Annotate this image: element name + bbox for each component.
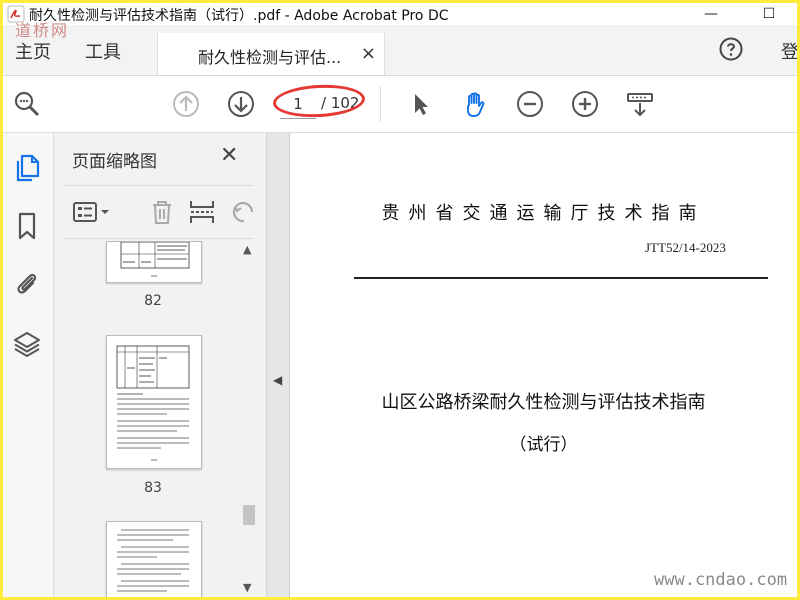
thumbnail-page-84[interactable] [106,521,202,597]
maximize-button[interactable]: ☐ [749,3,789,25]
tab-home[interactable]: 主页 [15,38,51,64]
close-panel-button[interactable]: ✕ [220,143,238,168]
zoom-out-icon[interactable] [516,90,544,118]
bookmarks-icon[interactable] [12,211,42,241]
document-heading: 贵州省交通运输厅技术指南 [381,203,706,224]
window-title: 耐久性检测与评估技术指南（试行）.pdf - Adobe Acrobat Pro… [29,8,449,24]
select-cursor-icon[interactable] [407,90,435,118]
rotate-page-icon[interactable] [230,198,258,226]
scroll-up-icon[interactable]: ▲ [243,243,251,256]
layers-icon[interactable] [12,329,42,359]
sign-in-link[interactable]: 登 [781,38,797,64]
thumbnail-list: 82 83 [54,241,266,597]
options-menu-icon[interactable] [72,198,112,226]
minimize-button[interactable]: — [691,3,731,25]
close-tab-button[interactable]: × [361,43,376,64]
delete-page-icon[interactable] [148,198,176,226]
search-icon[interactable] [13,90,41,118]
tab-bar: 主页 工具 耐久性检测与评估... × 登 [3,25,797,76]
panel-collapse-strip[interactable]: ◀ [267,133,290,597]
zoom-in-icon[interactable] [571,90,599,118]
next-page-icon[interactable] [227,90,255,118]
red-annotation-ellipse [272,82,366,120]
thumbnail-scrollbar[interactable]: ▲ ▼ [240,241,258,597]
document-tab-label: 耐久性检测与评估... [198,48,342,67]
tab-document[interactable]: 耐久性检测与评估... × [157,33,385,75]
scrollbar-thumb[interactable] [243,505,255,525]
extract-pages-icon[interactable] [188,198,216,226]
navigation-rail [3,133,54,597]
scroll-down-icon[interactable]: ▼ [243,581,251,594]
thumbnail-page-83[interactable] [106,335,202,469]
heading-rule [354,277,768,279]
attachments-icon[interactable] [12,269,42,299]
document-title: 山区公路桥梁耐久性检测与评估技术指南 [381,392,706,413]
thumbnail-page-82[interactable] [106,241,202,283]
document-page: 贵州省交通运输厅技术指南 JTT52/14-2023 山区公路桥梁耐久性检测与评… [290,133,797,597]
main-toolbar: / 102 [3,76,797,133]
thumbnail-toolbar [64,185,254,239]
toolbar-divider [380,86,381,122]
acrobat-window: 耐久性检测与评估技术指南（试行）.pdf - Adobe Acrobat Pro… [3,3,797,597]
tab-tools[interactable]: 工具 [85,38,121,64]
hand-tool-icon[interactable] [461,90,489,118]
previous-page-icon[interactable] [172,90,200,118]
read-mode-icon[interactable] [626,90,654,118]
title-bar: 耐久性检测与评估技术指南（试行）.pdf - Adobe Acrobat Pro… [3,3,797,25]
thumbnail-label-83: 83 [144,480,162,496]
document-subtitle: （试行） [509,435,578,455]
collapse-panel-icon[interactable]: ◀ [273,373,282,387]
help-icon[interactable] [719,37,743,61]
panel-title: 页面缩略图 [72,152,157,172]
page-thumbnails-panel: 页面缩略图 ✕ 82 83 ▲ ▼ [54,133,267,597]
document-code: JTT52/14-2023 [645,240,726,255]
page-thumbnails-icon[interactable] [12,153,42,183]
thumbnail-label-82: 82 [144,293,162,309]
watermark-bottom: www.cndao.com [654,570,788,590]
watermark-top: 道桥网 [15,21,70,40]
